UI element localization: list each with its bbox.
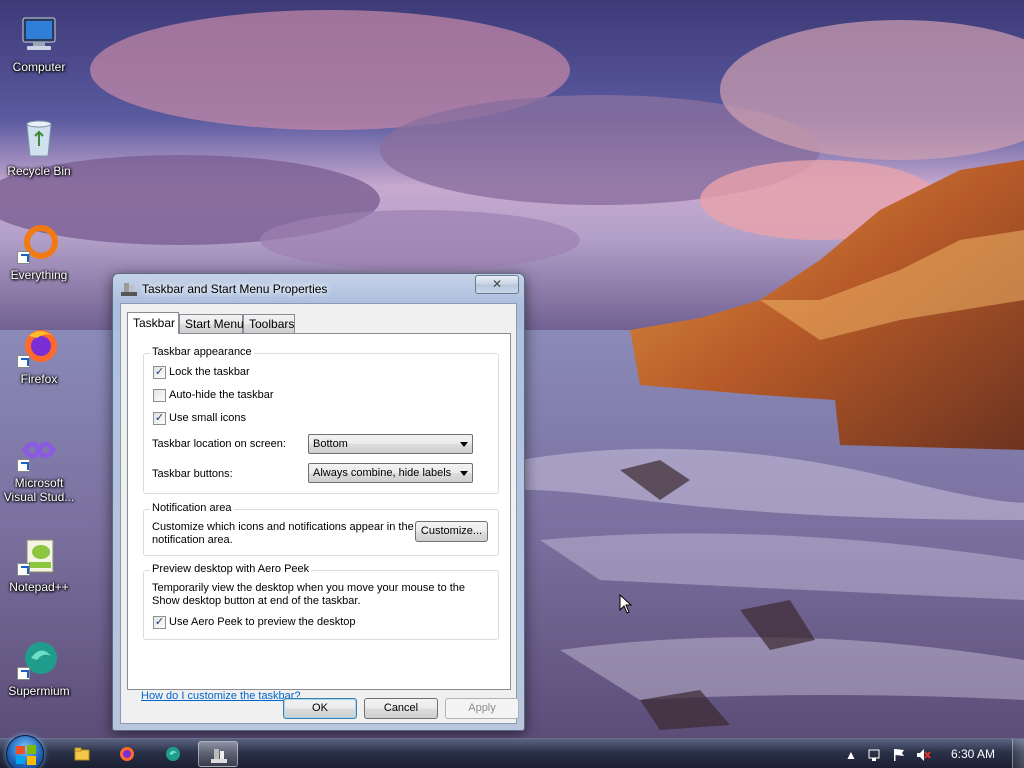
- dialog-client-area: Taskbar Start Menu Toolbars Taskbar appe…: [120, 303, 519, 724]
- buttons-label: Taskbar buttons:: [152, 468, 233, 480]
- group-title: Preview desktop with Aero Peek: [150, 563, 312, 575]
- firefox-icon: [119, 746, 135, 762]
- shortcut-arrow-icon: [17, 563, 30, 576]
- notification-area-group: Notification area Customize which icons …: [143, 502, 499, 556]
- action-center-flag-icon[interactable]: [891, 747, 907, 763]
- shortcut-arrow-icon: [17, 355, 30, 368]
- description-line: Temporarily view the desktop when you mo…: [152, 582, 466, 594]
- desktop-icon-label: Notepad++: [9, 580, 69, 594]
- notepad-plus-plus-icon: [17, 532, 61, 576]
- show-desktop-button[interactable]: [1012, 739, 1024, 768]
- taskbar-properties-icon: [211, 747, 227, 763]
- recycle-bin-icon: [17, 116, 61, 160]
- shortcut-arrow-icon: [17, 251, 30, 264]
- start-button[interactable]: [6, 735, 44, 768]
- checkbox-label: Auto-hide the taskbar: [169, 389, 274, 401]
- desktop-icon-computer[interactable]: Computer: [0, 4, 78, 100]
- location-label: Taskbar location on screen:: [152, 438, 286, 450]
- dropdown-value: Bottom: [313, 438, 348, 450]
- checkbox-checked[interactable]: ✓: [153, 412, 166, 425]
- aero-peek-description: Temporarily view the desktop when you mo…: [152, 582, 465, 608]
- checkbox-checked[interactable]: ✓: [153, 616, 166, 629]
- customize-button[interactable]: Customize...: [415, 521, 488, 542]
- description-line: notification area.: [152, 534, 233, 546]
- windows-logo-icon: [16, 745, 36, 765]
- desktop-icon-label: Supermium: [8, 684, 70, 698]
- chevron-down-icon: [460, 471, 468, 476]
- tab-start-menu[interactable]: Start Menu: [179, 314, 244, 333]
- taskbar-properties-dialog: Taskbar and Start Menu Properties ✕ Task…: [112, 273, 525, 731]
- tab-taskbar[interactable]: Taskbar: [127, 312, 179, 334]
- taskbar-button-explorer[interactable]: [62, 741, 102, 767]
- desktop-icon-supermium[interactable]: Supermium: [0, 628, 78, 724]
- shortcut-arrow-icon: [17, 459, 30, 472]
- chevron-down-icon: [460, 442, 468, 447]
- taskbar-buttons-dropdown[interactable]: Always combine, hide labels: [308, 463, 473, 483]
- tab-toolbars[interactable]: Toolbars: [243, 314, 295, 333]
- dialog-title: Taskbar and Start Menu Properties: [142, 282, 328, 296]
- checkbox-checked[interactable]: ✓: [153, 366, 166, 379]
- desktop-icon-label: Microsoft Visual Stud...: [3, 476, 75, 504]
- taskbar-properties-icon: [121, 282, 137, 296]
- taskbar-button-supermium[interactable]: [153, 741, 193, 767]
- taskbar: ▲ 6:30 AM: [0, 735, 1024, 768]
- taskbar-appearance-group: Taskbar appearance ✓ Lock the taskbar Au…: [143, 346, 499, 494]
- taskbar-tab-page: Taskbar appearance ✓ Lock the taskbar Au…: [127, 333, 511, 702]
- mouse-cursor-icon: [619, 593, 633, 617]
- desktop-icon-notepad-plus-plus[interactable]: Notepad++: [0, 524, 78, 620]
- desktop-icon-label: Firefox: [20, 372, 58, 386]
- supermium-icon: [165, 746, 181, 762]
- volume-muted-icon[interactable]: [915, 747, 931, 763]
- location-dropdown[interactable]: Bottom: [308, 434, 473, 454]
- desktop-icon-label: Computer: [12, 60, 66, 74]
- dropdown-value: Always combine, hide labels: [313, 467, 452, 479]
- checkbox-label: Use small icons: [169, 412, 247, 424]
- desktop-icon-visual-studio[interactable]: Microsoft Visual Stud...: [0, 420, 78, 516]
- close-button[interactable]: ✕: [475, 275, 519, 294]
- ok-button[interactable]: OK: [283, 698, 357, 719]
- apply-button[interactable]: Apply: [445, 698, 519, 719]
- desktop-icon-label: Recycle Bin: [7, 164, 71, 178]
- taskbar-clock[interactable]: 6:30 AM: [938, 739, 1008, 768]
- checkbox-label: Use Aero Peek to preview the desktop: [169, 616, 356, 628]
- taskbar-button-firefox[interactable]: [107, 741, 147, 767]
- everything-icon: [17, 220, 61, 264]
- taskbar-button-properties[interactable]: [198, 741, 238, 767]
- cancel-button[interactable]: Cancel: [364, 698, 438, 719]
- show-hidden-icons-icon[interactable]: ▲: [843, 747, 859, 763]
- checkbox-unchecked[interactable]: [153, 389, 166, 402]
- network-icon[interactable]: [867, 747, 883, 763]
- aero-peek-group: Preview desktop with Aero Peek Temporari…: [143, 563, 499, 640]
- description-line: Customize which icons and notifications …: [152, 521, 414, 533]
- firefox-icon: [17, 324, 61, 368]
- shortcut-arrow-icon: [17, 667, 30, 680]
- description-line: Show desktop button at end of the taskba…: [152, 595, 361, 607]
- desktop-icon-label: Everything: [10, 268, 68, 282]
- group-title: Notification area: [150, 502, 234, 514]
- help-link[interactable]: How do I customize the taskbar?: [141, 690, 301, 702]
- desktop-icon-everything[interactable]: Everything: [0, 212, 78, 308]
- desktop-icon-recycle-bin[interactable]: Recycle Bin: [0, 108, 78, 204]
- computer-icon: [17, 12, 61, 56]
- group-title: Taskbar appearance: [150, 346, 254, 358]
- visual-studio-icon: [17, 428, 61, 472]
- supermium-icon: [17, 636, 61, 680]
- file-explorer-icon: [74, 746, 90, 762]
- checkbox-label: Lock the taskbar: [169, 366, 250, 378]
- notification-description: Customize which icons and notifications …: [152, 521, 414, 547]
- desktop-icon-firefox[interactable]: Firefox: [0, 316, 78, 412]
